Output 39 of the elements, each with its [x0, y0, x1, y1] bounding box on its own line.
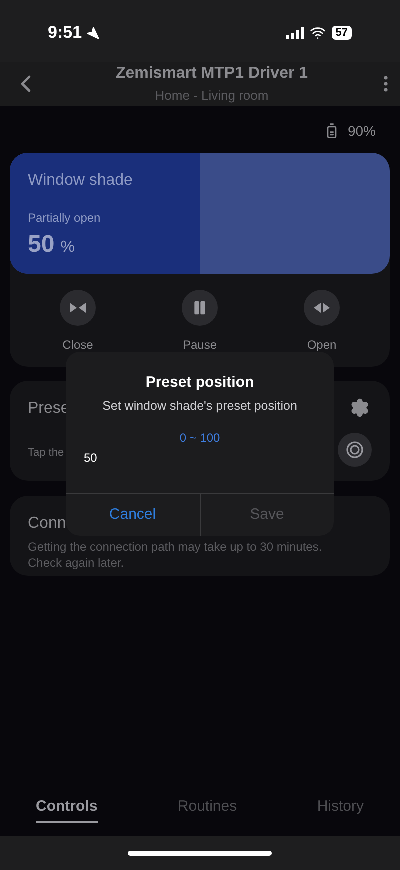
signal-icon	[286, 27, 304, 39]
shade-position-bar[interactable]: Window shade Partially open 50 %	[10, 153, 390, 274]
more-button[interactable]	[384, 76, 388, 92]
battery-level: 90%	[348, 122, 376, 140]
tab[interactable]: History	[317, 796, 364, 822]
settings-icon[interactable]	[350, 398, 370, 418]
dialog-title: Preset position	[146, 373, 254, 393]
shade-title: Window shade	[28, 171, 133, 191]
battery-indicator: 57	[332, 26, 352, 40]
device-location: Home - Living room	[155, 87, 269, 106]
tab[interactable]: Controls	[36, 796, 98, 822]
control-label: Close	[62, 337, 94, 354]
pause-icon	[192, 300, 208, 316]
preset-hint: Tap the	[28, 446, 64, 461]
connection-title: Conn	[28, 514, 66, 534]
control-label: Pause	[182, 337, 218, 354]
shade-unit: %	[60, 238, 75, 258]
target-icon	[346, 441, 364, 459]
dialog-subtitle: Set window shade's preset position	[102, 398, 298, 415]
open-arrows-icon	[313, 302, 331, 314]
location-icon	[86, 26, 100, 40]
connection-text: Check again later.	[28, 555, 126, 571]
tab[interactable]: Routines	[178, 796, 238, 822]
close-arrows-icon	[69, 302, 87, 314]
preset-button[interactable]	[338, 433, 372, 467]
device-title: Zemismart MTP1 Driver 1	[116, 64, 308, 84]
status-time: 9:51	[48, 22, 82, 44]
shade-control-button[interactable]	[304, 290, 340, 326]
more-icon	[384, 76, 388, 92]
position-input[interactable]: 50	[84, 449, 316, 468]
shade-control-button[interactable]	[60, 290, 96, 326]
connection-text: Getting the connection path may take up to 30 minutes.	[28, 539, 322, 555]
wifi-icon	[310, 25, 326, 41]
control-label: Open	[307, 337, 337, 354]
dialog-button[interactable]: Cancel	[66, 494, 200, 536]
range-hint: 0 ~ 100	[180, 430, 220, 448]
shade-control-button[interactable]	[182, 290, 218, 326]
shade-value: 50	[28, 230, 55, 260]
shade-state: Partially open	[28, 210, 102, 227]
